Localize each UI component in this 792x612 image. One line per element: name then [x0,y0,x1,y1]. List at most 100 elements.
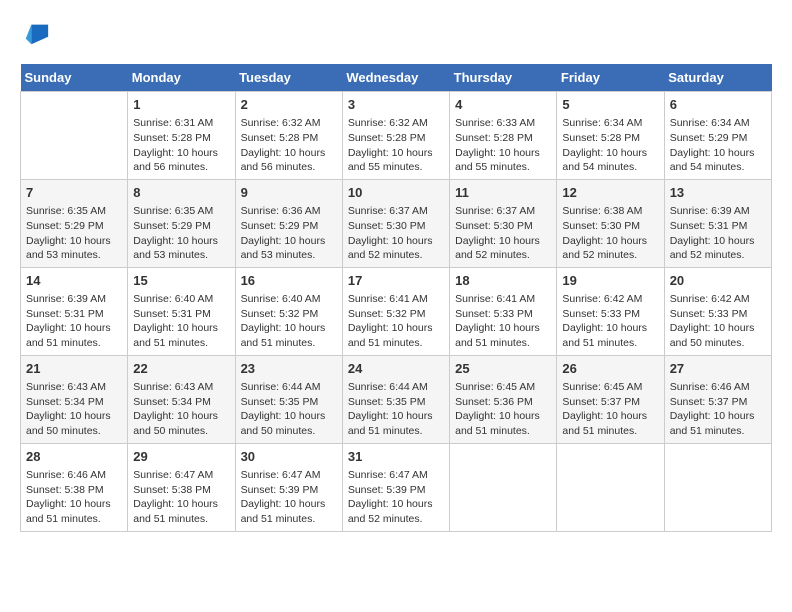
day-info: Sunrise: 6:42 AMSunset: 5:33 PMDaylight:… [562,292,658,351]
calendar-week-2: 14Sunrise: 6:39 AMSunset: 5:31 PMDayligh… [21,267,772,355]
calendar-cell: 31 Sunrise: 6:47 AMSunset: 5:39 PMDayligh… [342,443,449,531]
calendar-cell: 10 Sunrise: 6:37 AMSunset: 5:30 PMDayligh… [342,179,449,267]
logo-icon [22,20,50,48]
day-info: Sunrise: 6:44 AMSunset: 5:35 PMDaylight:… [348,380,444,439]
calendar-cell: 20 Sunrise: 6:42 AMSunset: 5:33 PMDayligh… [664,267,771,355]
day-info: Sunrise: 6:47 AMSunset: 5:38 PMDaylight:… [133,468,229,527]
day-number: 18 [455,272,551,290]
day-number: 29 [133,448,229,466]
day-number: 27 [670,360,766,378]
day-number: 6 [670,96,766,114]
day-number: 9 [241,184,337,202]
day-info: Sunrise: 6:34 AMSunset: 5:28 PMDaylight:… [562,116,658,175]
calendar-cell: 11 Sunrise: 6:37 AMSunset: 5:30 PMDayligh… [450,179,557,267]
calendar-cell: 29 Sunrise: 6:47 AMSunset: 5:38 PMDayligh… [128,443,235,531]
day-number: 10 [348,184,444,202]
calendar-cell [557,443,664,531]
weekday-header-wednesday: Wednesday [342,64,449,92]
day-info: Sunrise: 6:46 AMSunset: 5:37 PMDaylight:… [670,380,766,439]
day-number: 26 [562,360,658,378]
day-number: 24 [348,360,444,378]
day-info: Sunrise: 6:41 AMSunset: 5:32 PMDaylight:… [348,292,444,351]
weekday-header-saturday: Saturday [664,64,771,92]
calendar-cell: 30 Sunrise: 6:47 AMSunset: 5:39 PMDayligh… [235,443,342,531]
day-info: Sunrise: 6:37 AMSunset: 5:30 PMDaylight:… [348,204,444,263]
calendar-cell: 3Sunrise: 6:32 AMSunset: 5:28 PMDaylight… [342,92,449,180]
day-number: 7 [26,184,122,202]
weekday-header-sunday: Sunday [21,64,128,92]
day-info: Sunrise: 6:43 AMSunset: 5:34 PMDaylight:… [133,380,229,439]
calendar-cell: 6 Sunrise: 6:34 AMSunset: 5:29 PMDaylight… [664,92,771,180]
calendar-cell: 1 Sunrise: 6:31 AMSunset: 5:28 PMDaylight… [128,92,235,180]
day-info: Sunrise: 6:33 AMSunset: 5:28 PMDaylight:… [455,116,551,175]
calendar-cell: 4 Sunrise: 6:33 AMSunset: 5:28 PMDaylight… [450,92,557,180]
calendar-cell: 5 Sunrise: 6:34 AMSunset: 5:28 PMDaylight… [557,92,664,180]
day-info: Sunrise: 6:38 AMSunset: 5:30 PMDaylight:… [562,204,658,263]
calendar-cell: 26 Sunrise: 6:45 AMSunset: 5:37 PMDayligh… [557,355,664,443]
day-info: Sunrise: 6:34 AMSunset: 5:29 PMDaylight:… [670,116,766,175]
day-number: 25 [455,360,551,378]
calendar-cell: 25 Sunrise: 6:45 AMSunset: 5:36 PMDayligh… [450,355,557,443]
day-info: Sunrise: 6:45 AMSunset: 5:37 PMDaylight:… [562,380,658,439]
weekday-header-monday: Monday [128,64,235,92]
day-number: 20 [670,272,766,290]
weekday-row: SundayMondayTuesdayWednesdayThursdayFrid… [21,64,772,92]
day-number: 12 [562,184,658,202]
day-number: 13 [670,184,766,202]
day-info: Sunrise: 6:40 AMSunset: 5:31 PMDaylight:… [133,292,229,351]
day-number: 31 [348,448,444,466]
calendar-cell: 23 Sunrise: 6:44 AMSunset: 5:35 PMDayligh… [235,355,342,443]
day-info: Sunrise: 6:45 AMSunset: 5:36 PMDaylight:… [455,380,551,439]
weekday-header-friday: Friday [557,64,664,92]
calendar-cell: 17Sunrise: 6:41 AMSunset: 5:32 PMDayligh… [342,267,449,355]
day-info: Sunrise: 6:42 AMSunset: 5:33 PMDaylight:… [670,292,766,351]
calendar-cell [450,443,557,531]
calendar-cell: 21Sunrise: 6:43 AMSunset: 5:34 PMDayligh… [21,355,128,443]
day-info: Sunrise: 6:40 AMSunset: 5:32 PMDaylight:… [241,292,337,351]
day-info: Sunrise: 6:44 AMSunset: 5:35 PMDaylight:… [241,380,337,439]
day-info: Sunrise: 6:32 AMSunset: 5:28 PMDaylight:… [348,116,444,175]
calendar-cell: 19 Sunrise: 6:42 AMSunset: 5:33 PMDayligh… [557,267,664,355]
logo [20,20,50,48]
calendar-week-3: 21Sunrise: 6:43 AMSunset: 5:34 PMDayligh… [21,355,772,443]
day-info: Sunrise: 6:46 AMSunset: 5:38 PMDaylight:… [26,468,122,527]
day-number: 28 [26,448,122,466]
weekday-header-tuesday: Tuesday [235,64,342,92]
calendar-table: SundayMondayTuesdayWednesdayThursdayFrid… [20,64,772,532]
page-header [20,20,772,48]
calendar-week-4: 28 Sunrise: 6:46 AMSunset: 5:38 PMDayligh… [21,443,772,531]
day-number: 4 [455,96,551,114]
calendar-cell: 16 Sunrise: 6:40 AMSunset: 5:32 PMDayligh… [235,267,342,355]
day-number: 8 [133,184,229,202]
day-number: 15 [133,272,229,290]
calendar-cell: 14Sunrise: 6:39 AMSunset: 5:31 PMDayligh… [21,267,128,355]
day-number: 5 [562,96,658,114]
day-number: 19 [562,272,658,290]
day-info: Sunrise: 6:32 AMSunset: 5:28 PMDaylight:… [241,116,337,175]
calendar-cell: 15 Sunrise: 6:40 AMSunset: 5:31 PMDayligh… [128,267,235,355]
calendar-cell: 28 Sunrise: 6:46 AMSunset: 5:38 PMDayligh… [21,443,128,531]
day-number: 16 [241,272,337,290]
day-number: 2 [241,96,337,114]
calendar-cell: 22 Sunrise: 6:43 AMSunset: 5:34 PMDayligh… [128,355,235,443]
calendar-cell: 8Sunrise: 6:35 AMSunset: 5:29 PMDaylight… [128,179,235,267]
day-number: 22 [133,360,229,378]
day-info: Sunrise: 6:47 AMSunset: 5:39 PMDaylight:… [348,468,444,527]
day-number: 30 [241,448,337,466]
day-info: Sunrise: 6:37 AMSunset: 5:30 PMDaylight:… [455,204,551,263]
calendar-cell [21,92,128,180]
calendar-cell: 2 Sunrise: 6:32 AMSunset: 5:28 PMDaylight… [235,92,342,180]
day-info: Sunrise: 6:39 AMSunset: 5:31 PMDaylight:… [670,204,766,263]
day-number: 23 [241,360,337,378]
day-number: 1 [133,96,229,114]
calendar-cell: 24 Sunrise: 6:44 AMSunset: 5:35 PMDayligh… [342,355,449,443]
calendar-cell: 27 Sunrise: 6:46 AMSunset: 5:37 PMDayligh… [664,355,771,443]
calendar-header: SundayMondayTuesdayWednesdayThursdayFrid… [21,64,772,92]
calendar-cell: 12 Sunrise: 6:38 AMSunset: 5:30 PMDayligh… [557,179,664,267]
day-info: Sunrise: 6:31 AMSunset: 5:28 PMDaylight:… [133,116,229,175]
calendar-week-0: 1 Sunrise: 6:31 AMSunset: 5:28 PMDaylight… [21,92,772,180]
day-number: 11 [455,184,551,202]
day-info: Sunrise: 6:47 AMSunset: 5:39 PMDaylight:… [241,468,337,527]
day-info: Sunrise: 6:39 AMSunset: 5:31 PMDaylight:… [26,292,122,351]
day-info: Sunrise: 6:43 AMSunset: 5:34 PMDaylight:… [26,380,122,439]
